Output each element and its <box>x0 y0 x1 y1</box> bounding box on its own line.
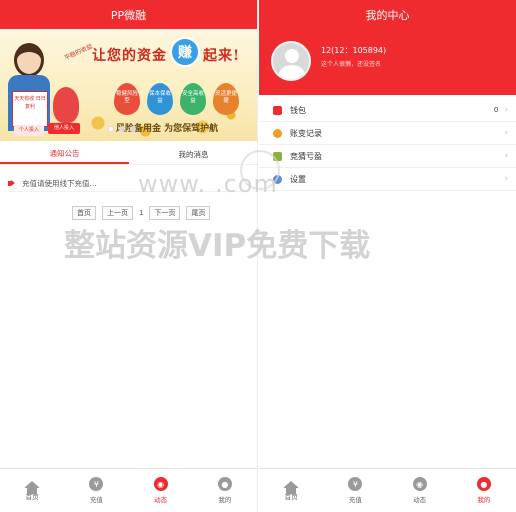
yen-icon: ¥ <box>89 477 104 491</box>
slogan-start: 让您的资金 <box>92 48 167 64</box>
speaker-icon <box>8 180 16 187</box>
mascot-illustration <box>53 87 79 123</box>
banner-slogan: 让您的资金 <box>92 45 167 65</box>
tabbar-label: 我的 <box>477 496 491 504</box>
menu-item-wallet[interactable]: 钱包 0 › <box>259 99 516 122</box>
profile-title: 我的中心 <box>365 8 410 22</box>
prev-page-button[interactable]: 上一页 <box>102 206 133 220</box>
tab-my-messages[interactable]: 我的消息 <box>129 145 257 164</box>
wallet-balance: 0 <box>493 106 499 114</box>
person-board: 天天有收 日日复利 <box>12 91 48 127</box>
home-header: PP微融 <box>0 0 257 29</box>
carousel-dot[interactable] <box>130 126 136 132</box>
notice-text: 充值请使用线下充值... <box>22 179 97 188</box>
coins-icon <box>273 128 282 138</box>
home-icon <box>283 480 300 494</box>
profile-card[interactable]: 12(12：105894) 这个人很懒，还没签名 <box>259 29 516 95</box>
yen-icon: ¥ <box>348 477 363 491</box>
user-name: 12(12：105894) <box>321 46 387 55</box>
feature-drop-2: 保本保收益 <box>147 83 173 115</box>
mascot-invest-label: 他人投入 <box>48 123 80 134</box>
current-page: 1 <box>139 209 144 217</box>
chevron-right-icon: › <box>504 174 508 184</box>
tabbar-mine[interactable]: ● 我的 <box>452 469 516 512</box>
avatar[interactable] <box>271 41 311 81</box>
tab-announcements[interactable]: 通知公告 <box>0 145 129 164</box>
tabbar-dynamic[interactable]: ◉ 动态 <box>129 469 193 512</box>
profile-header: 我的中心 <box>259 0 516 29</box>
tabbar-label: 充值 <box>348 496 362 504</box>
tabbar-home[interactable]: 首页 <box>259 469 323 512</box>
watermark-text: 整站资源VIP免费下载 <box>64 228 371 264</box>
menu-item-label: 竞猜亏盈 <box>290 151 322 161</box>
tabbar-dynamic[interactable]: ◉ 动态 <box>388 469 452 512</box>
home-title: PP微融 <box>110 8 147 22</box>
feature-drop-4: 灵活更便捷 <box>213 83 239 115</box>
user-icon: ● <box>217 477 232 491</box>
next-page-button[interactable]: 下一页 <box>149 206 181 220</box>
tabbar-home[interactable]: 首页 <box>0 469 64 512</box>
tabbar-label: 我的 <box>218 496 232 504</box>
person-invest-label: 个人投入 <box>14 125 44 136</box>
carousel-dot[interactable] <box>119 126 125 132</box>
first-page-button[interactable]: 首页 <box>72 206 96 220</box>
tabbar-label: 动态 <box>154 496 168 504</box>
home-icon <box>24 480 41 494</box>
tabbar-recharge[interactable]: ¥ 充值 <box>323 469 387 512</box>
chevron-right-icon: › <box>504 128 508 138</box>
banner-tag: 平稳的收益 <box>63 42 94 62</box>
menu-item-label: 钱包 <box>290 105 306 115</box>
tabbar-recharge[interactable]: ¥ 充值 <box>64 469 128 512</box>
message-tabs: 通知公告 我的消息 <box>0 145 257 165</box>
carousel-dots[interactable] <box>108 126 136 132</box>
last-page-button[interactable]: 尾页 <box>186 206 211 220</box>
user-signature: 这个人很懒，还没签名 <box>321 61 382 68</box>
dynamic-icon: ◉ <box>153 477 168 491</box>
watermark-url: www. .com <box>138 170 278 198</box>
chevron-right-icon: › <box>504 105 508 115</box>
tabbar-label: 动态 <box>413 496 427 504</box>
bottom-tabbar: 首页 ¥ 充值 ◉ 动态 ● 我的 <box>259 468 516 512</box>
user-icon: ● <box>476 477 491 491</box>
chevron-right-icon: › <box>504 151 508 161</box>
feature-drop-3: 安全高收益 <box>180 83 206 115</box>
bottom-tabbar: 首页 ¥ 充值 ◉ 动态 ● 我的 <box>0 468 257 512</box>
screen: PP微融 天天有收 日日复利 个人投入 他人投入 平稳的收益 让您的资金 赚 起… <box>0 0 516 512</box>
menu-item-records[interactable]: 账变记录 › <box>259 122 516 145</box>
wallet-icon <box>273 105 282 115</box>
slogan-end: 起来! <box>203 48 241 64</box>
earn-badge: 赚 <box>170 37 200 67</box>
carousel-dot[interactable] <box>108 126 114 132</box>
menu-item-settings[interactable]: 设置 › <box>259 168 516 191</box>
profile-menu: 钱包 0 › 账变记录 › 竞猜亏盈 › 设置 › <box>259 99 516 191</box>
menu-item-label: 设置 <box>290 174 306 184</box>
person-illustration <box>14 43 44 77</box>
menu-item-label: 账变记录 <box>290 128 322 138</box>
feature-drop-1: 稳健风险型 <box>114 83 140 115</box>
pagination: 首页 上一页 1 下一页 尾页 <box>72 206 211 220</box>
tabbar-label: 充值 <box>89 496 103 504</box>
menu-item-guess[interactable]: 竞猜亏盈 › <box>259 145 516 168</box>
dynamic-icon: ◉ <box>412 477 427 491</box>
promo-banner[interactable]: 天天有收 日日复利 个人投入 他人投入 平稳的收益 让您的资金 赚 起来! 稳健… <box>0 29 257 141</box>
tabbar-mine[interactable]: ● 我的 <box>193 469 257 512</box>
